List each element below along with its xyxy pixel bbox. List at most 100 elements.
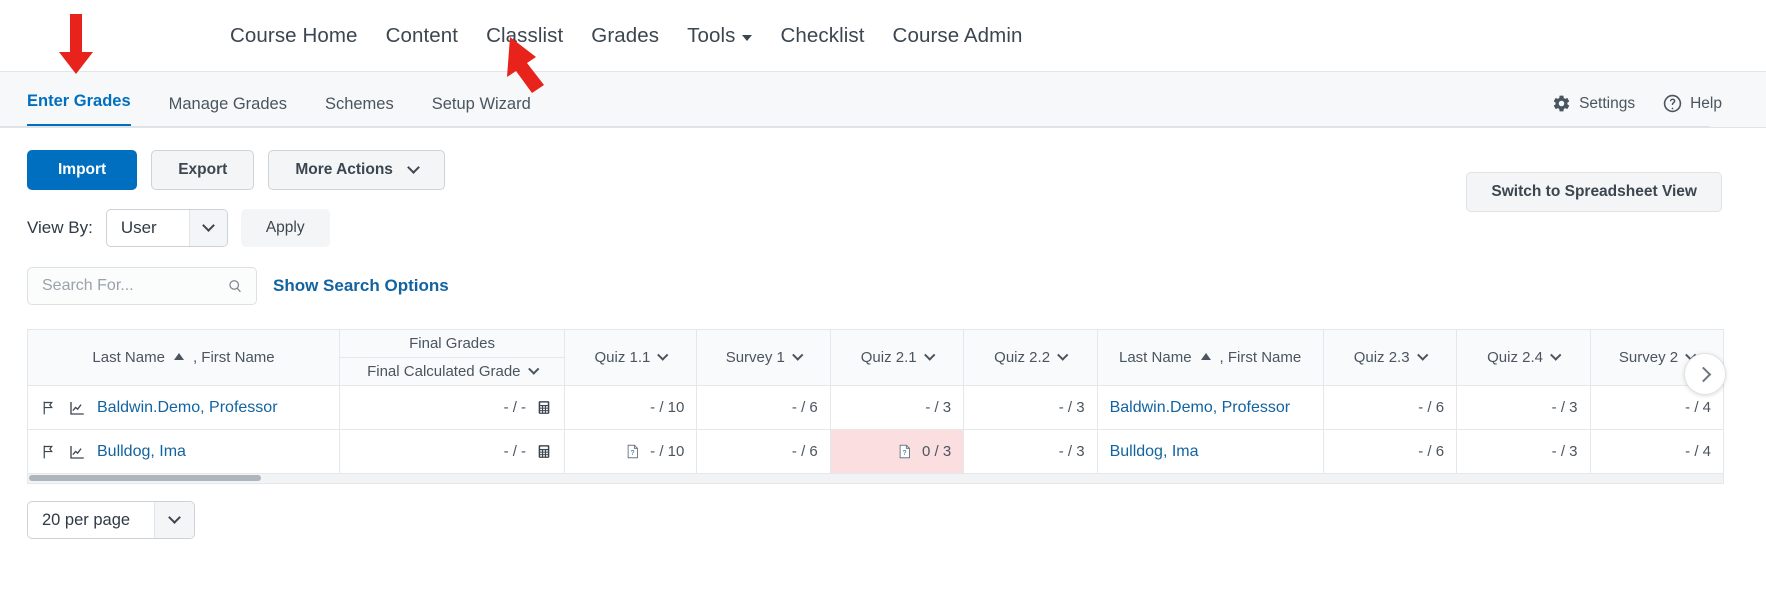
cell-survey-1[interactable]: - / 6 <box>696 429 831 474</box>
search-box[interactable] <box>27 267 257 305</box>
student-name-link[interactable]: Baldwin.Demo, Professor <box>1110 399 1291 416</box>
chevron-down-icon <box>201 218 215 232</box>
grade-value: - / 3 <box>1058 399 1085 416</box>
grades-main-content: Import Export More Actions View By: User… <box>0 150 1766 539</box>
settings-button[interactable]: Settings <box>1552 94 1635 113</box>
col-header-survey-1[interactable]: Survey 1 <box>696 329 831 386</box>
cell-quiz-2-4[interactable]: - / 3 <box>1456 429 1591 474</box>
col-label: Final Calculated Grade <box>367 363 521 380</box>
grade-value: - / 4 <box>1685 443 1711 460</box>
sort-ascending-icon <box>1200 353 1211 360</box>
search-input[interactable] <box>40 276 228 296</box>
per-page-value: 20 per page <box>42 510 131 529</box>
grade-value: - / 4 <box>1685 399 1711 416</box>
cell-student-name: Bulldog, Ima <box>26 429 341 474</box>
student-name-link[interactable]: Baldwin.Demo, Professor <box>97 399 278 417</box>
statistics-chart-icon[interactable] <box>67 399 87 417</box>
grade-value: - / 6 <box>1418 399 1445 416</box>
cell-final-calculated-grade: - / - <box>339 429 566 474</box>
col-header-last-name-2[interactable]: Last Name , First Name <box>1096 329 1324 386</box>
student-name-link[interactable]: Bulldog, Ima <box>1110 443 1199 460</box>
cell-survey-1[interactable]: - / 6 <box>696 385 831 430</box>
show-search-options-link[interactable]: Show Search Options <box>273 276 449 296</box>
chevron-right-icon <box>1695 366 1711 382</box>
cell-quiz-2-2[interactable]: - / 3 <box>963 385 1098 430</box>
help-button[interactable]: Help <box>1663 94 1722 113</box>
col-header-quiz-2-2[interactable]: Quiz 2.2 <box>963 329 1098 386</box>
grade-value: 0 / 3 <box>921 443 952 460</box>
nav-label: Grades <box>591 23 660 47</box>
per-page-select-arrow <box>154 502 194 538</box>
horizontal-scrollbar[interactable] <box>27 474 1724 484</box>
col-label: Survey 1 <box>725 349 785 366</box>
table-row: Baldwin.Demo, Professor - / - - / 10 - /… <box>26 385 1724 430</box>
tab-label: Schemes <box>324 95 394 113</box>
nav-label: Content <box>385 23 459 47</box>
tabbar-utility-group: Settings Help <box>1552 94 1766 127</box>
chevron-down-icon <box>1057 349 1069 360</box>
export-button[interactable]: Export <box>151 150 255 190</box>
cell-quiz-1-1[interactable]: ? - / 10 <box>564 429 698 474</box>
flag-icon[interactable] <box>40 399 57 417</box>
switch-view-label: Switch to Spreadsheet View <box>1491 183 1697 200</box>
col-label-suffix: , First Name <box>1219 349 1302 366</box>
switch-to-spreadsheet-view-button[interactable]: Switch to Spreadsheet View <box>1466 172 1722 212</box>
grade-value: - / 6 <box>1418 443 1445 460</box>
search-icon[interactable] <box>227 277 244 295</box>
cell-quiz-2-3[interactable]: - / 6 <box>1322 429 1458 474</box>
statistics-chart-icon[interactable] <box>67 443 87 461</box>
unread-submission-icon[interactable]: ? <box>625 443 640 460</box>
nav-item-course-admin[interactable]: Course Admin <box>893 24 1023 48</box>
grades-table-head: Last Name , First Name Final Grades Quiz… <box>26 329 1724 386</box>
tab-setup-wizard[interactable]: Setup Wizard <box>432 95 531 127</box>
cell-quiz-2-1[interactable]: ? 0 / 3 <box>829 429 965 474</box>
nav-item-checklist[interactable]: Checklist <box>780 24 864 48</box>
nav-item-content[interactable]: Content <box>386 24 459 48</box>
tab-enter-grades[interactable]: Enter Grades <box>27 92 131 127</box>
grade-value: - / 3 <box>1551 399 1578 416</box>
cell-quiz-2-3[interactable]: - / 6 <box>1322 385 1458 430</box>
help-icon <box>1663 94 1682 113</box>
col-header-quiz-2-4[interactable]: Quiz 2.4 <box>1456 329 1591 386</box>
nav-label: Checklist <box>780 23 865 47</box>
scrollbar-thumb[interactable] <box>29 475 261 481</box>
scroll-right-button[interactable] <box>1684 353 1726 395</box>
col-group-header-final-grades: Final Grades <box>339 329 566 358</box>
calculator-icon[interactable] <box>536 443 552 460</box>
nav-item-classlist[interactable]: Classlist <box>486 24 563 48</box>
view-by-select[interactable]: User <box>105 209 228 247</box>
import-button[interactable]: Import <box>27 150 138 190</box>
per-page-select[interactable]: 20 per page <box>27 501 195 539</box>
col-label-suffix: , First Name <box>192 349 275 366</box>
nav-item-course-home[interactable]: Course Home <box>230 24 358 48</box>
cell-quiz-2-4[interactable]: - / 3 <box>1456 385 1591 430</box>
chevron-down-icon <box>168 510 181 524</box>
col-label: Quiz 2.2 <box>994 349 1051 366</box>
more-actions-button[interactable]: More Actions <box>268 150 445 190</box>
nav-item-grades[interactable]: Grades <box>591 24 659 48</box>
col-label: Quiz 2.1 <box>860 349 917 366</box>
col-header-last-name-1[interactable]: Last Name , First Name <box>26 329 341 386</box>
col-header-quiz-2-3[interactable]: Quiz 2.3 <box>1322 329 1458 386</box>
tab-manage-grades[interactable]: Manage Grades <box>169 95 287 127</box>
col-header-quiz-1-1[interactable]: Quiz 1.1 <box>564 329 698 386</box>
calculator-icon[interactable] <box>536 399 552 416</box>
grade-value: - / 6 <box>791 443 818 460</box>
grades-table: Last Name , First Name Final Grades Quiz… <box>26 329 1724 474</box>
cell-quiz-2-2[interactable]: - / 3 <box>963 429 1098 474</box>
col-header-final-calculated-grade[interactable]: Final Calculated Grade <box>339 357 566 386</box>
cell-survey-2[interactable]: - / 4 <box>1589 429 1724 474</box>
grade-value: - / 10 <box>650 399 685 416</box>
chevron-down-icon <box>924 349 935 360</box>
nav-label: Course Home <box>230 23 358 47</box>
nav-item-tools[interactable]: Tools <box>687 24 753 48</box>
cell-quiz-1-1[interactable]: - / 10 <box>564 385 698 430</box>
apply-button[interactable]: Apply <box>240 209 330 247</box>
tab-schemes[interactable]: Schemes <box>325 95 394 127</box>
col-header-quiz-2-1[interactable]: Quiz 2.1 <box>829 329 965 386</box>
flag-icon[interactable] <box>40 443 57 461</box>
cell-quiz-2-1[interactable]: - / 3 <box>829 385 965 430</box>
unread-submission-icon[interactable]: ? <box>897 443 912 460</box>
grade-value: - / - <box>503 399 527 416</box>
student-name-link[interactable]: Bulldog, Ima <box>97 443 186 461</box>
